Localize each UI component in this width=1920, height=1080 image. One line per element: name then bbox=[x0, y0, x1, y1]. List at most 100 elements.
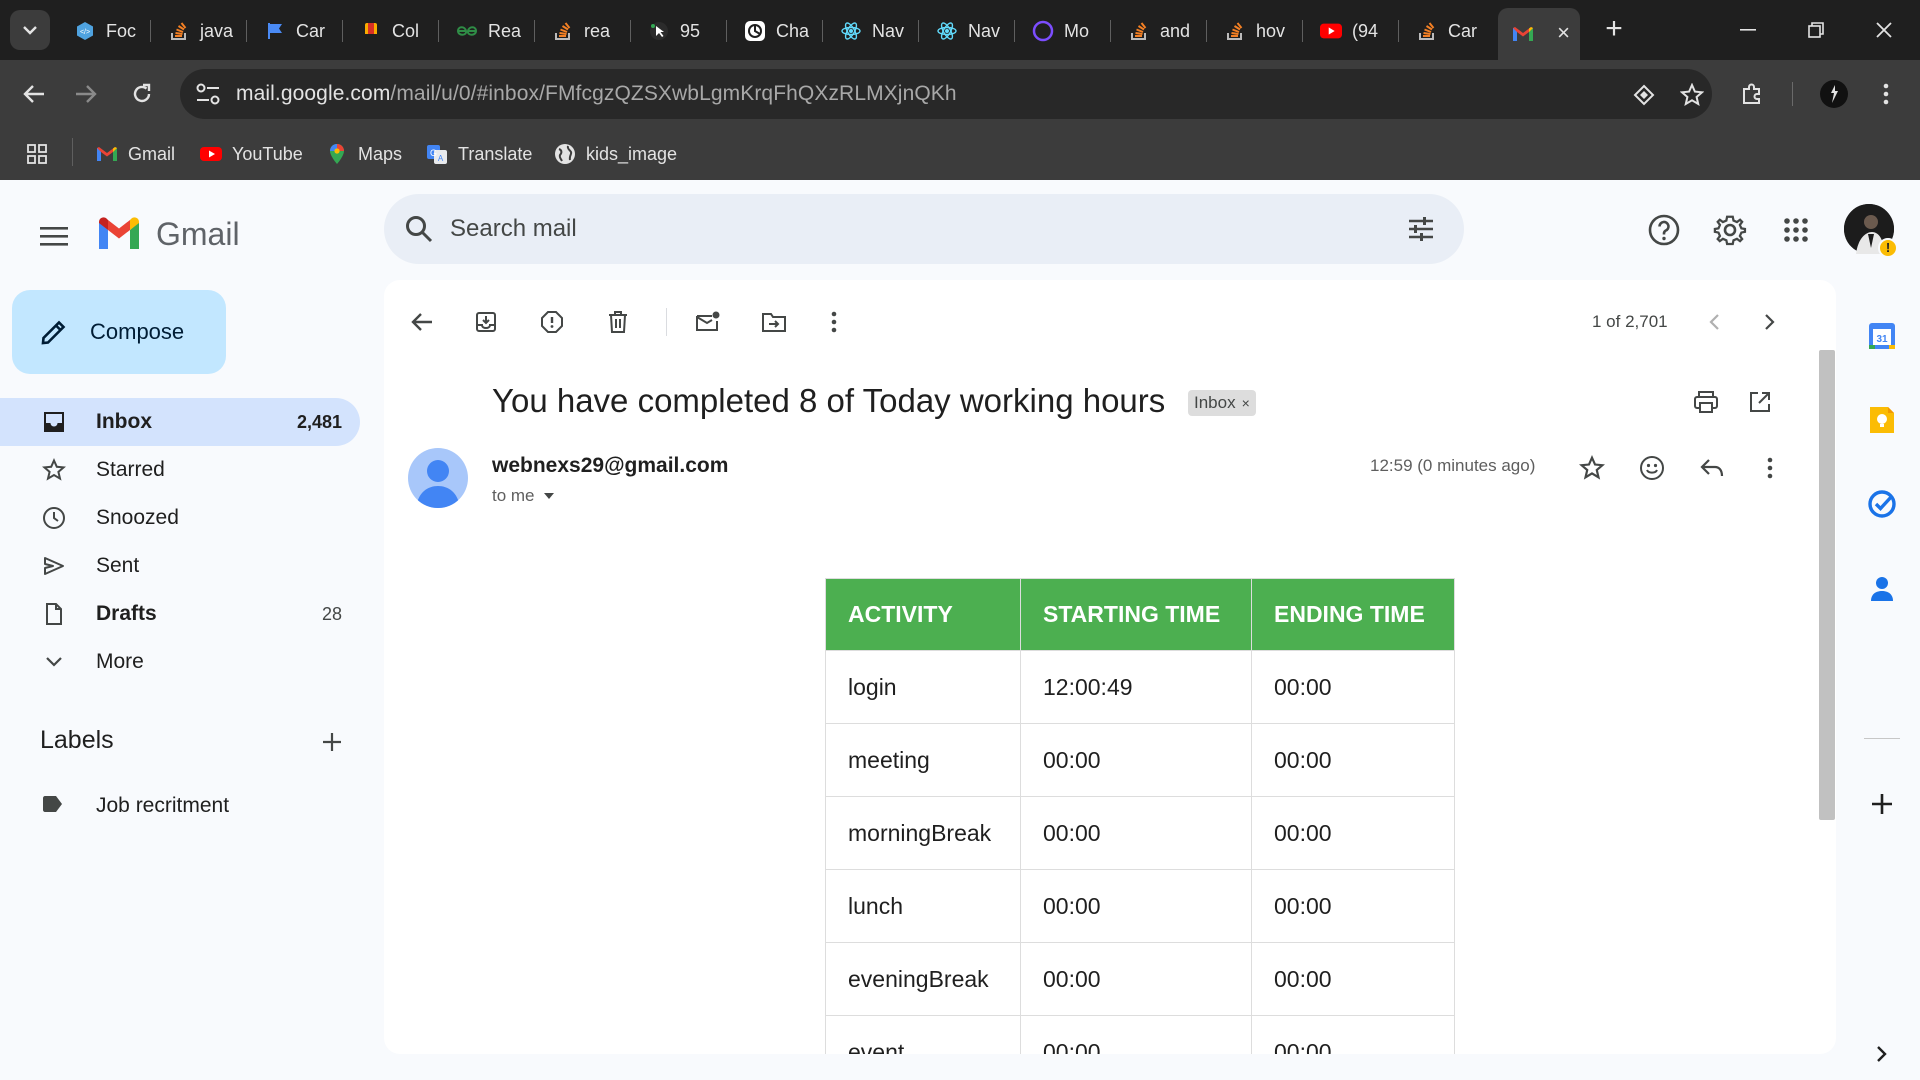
newer-button[interactable] bbox=[1694, 302, 1734, 342]
delete-button[interactable] bbox=[598, 302, 638, 342]
site-info-icon[interactable] bbox=[194, 81, 222, 107]
search-input[interactable] bbox=[450, 212, 1350, 246]
browser-menu-button[interactable] bbox=[1868, 76, 1904, 112]
table-row: eveningBreak 00:00 00:00 bbox=[825, 942, 1455, 1016]
label-icon bbox=[40, 792, 64, 816]
bookmark-gmail[interactable]: Gmail bbox=[96, 140, 175, 168]
nav-item-more[interactable]: More bbox=[0, 638, 360, 686]
browser-tab[interactable]: Car bbox=[1402, 12, 1494, 50]
create-label-button[interactable] bbox=[318, 728, 346, 756]
browser-tab[interactable]: rea bbox=[538, 12, 626, 50]
minimize-button[interactable] bbox=[1730, 14, 1766, 46]
bookmark-youtube[interactable]: YouTube bbox=[200, 140, 303, 168]
calendar-button[interactable]: 31 bbox=[1864, 318, 1900, 354]
print-icon bbox=[1694, 391, 1718, 413]
browser-tab[interactable]: Car bbox=[250, 12, 338, 50]
reply-button[interactable] bbox=[1692, 448, 1732, 488]
star-button[interactable] bbox=[1572, 448, 1612, 488]
back-to-inbox-button[interactable] bbox=[402, 302, 442, 342]
browser-tab[interactable]: and bbox=[1114, 12, 1202, 50]
restore-button[interactable] bbox=[1798, 14, 1834, 46]
new-tab-button[interactable]: + bbox=[1598, 14, 1630, 46]
browser-toolbar: mail.google.com/mail/u/0/#inbox/FMfcgzQZ… bbox=[0, 60, 1920, 128]
nav-item-snoozed[interactable]: Snoozed bbox=[0, 494, 360, 542]
browser-tab[interactable]: (94 bbox=[1306, 12, 1394, 50]
scrollbar-thumb[interactable] bbox=[1819, 350, 1835, 820]
browser-tab[interactable]: hov bbox=[1210, 12, 1298, 50]
compose-button[interactable]: Compose bbox=[12, 290, 226, 374]
forward-button[interactable] bbox=[68, 76, 104, 112]
browser-tab[interactable]: Rea bbox=[442, 12, 530, 50]
sender-email[interactable]: webnexs29@gmail.com bbox=[492, 454, 728, 478]
calendar-icon: 31 bbox=[1869, 323, 1895, 349]
sender-avatar[interactable] bbox=[408, 448, 468, 508]
lens-button[interactable] bbox=[1626, 77, 1662, 113]
tasks-button[interactable] bbox=[1864, 486, 1900, 522]
search-bar[interactable] bbox=[384, 194, 1464, 264]
settings-button[interactable] bbox=[1710, 210, 1750, 250]
browser-tab-active[interactable]: × bbox=[1498, 8, 1580, 60]
browser-tab[interactable]: </> Foc bbox=[60, 12, 148, 50]
move-to-folder-icon bbox=[762, 313, 786, 332]
label-job-recritment[interactable]: Job recritment bbox=[0, 782, 360, 830]
gmail-icon bbox=[1512, 23, 1534, 45]
contacts-button[interactable] bbox=[1864, 570, 1900, 606]
extensions-button[interactable] bbox=[1734, 76, 1770, 112]
profile-button[interactable] bbox=[1816, 76, 1852, 112]
bookmark-maps[interactable]: Maps bbox=[326, 140, 402, 168]
reload-button[interactable] bbox=[124, 76, 160, 112]
browser-tab[interactable]: Col bbox=[346, 12, 434, 50]
browser-tab[interactable]: java bbox=[154, 12, 242, 50]
apps-button[interactable] bbox=[26, 140, 48, 168]
nav-item-inbox[interactable]: Inbox 2,481 bbox=[0, 398, 360, 446]
report-spam-button[interactable] bbox=[532, 302, 572, 342]
end-time-cell: 00:00 bbox=[1251, 942, 1455, 1016]
browser-tab[interactable]: 95 bbox=[634, 12, 722, 50]
bookmark-kids-image[interactable]: kids_image bbox=[554, 140, 677, 168]
older-button[interactable] bbox=[1750, 302, 1790, 342]
print-button[interactable] bbox=[1686, 382, 1726, 422]
archive-button[interactable] bbox=[466, 302, 506, 342]
google-apps-button[interactable] bbox=[1776, 210, 1816, 250]
recipient-details[interactable]: to me bbox=[492, 486, 555, 506]
tab-title: java bbox=[200, 20, 234, 41]
tab-title: 95 bbox=[680, 20, 701, 41]
remove-label-icon[interactable]: × bbox=[1242, 395, 1250, 411]
back-button[interactable] bbox=[16, 76, 52, 112]
activity-cell: morningBreak bbox=[825, 796, 1021, 870]
show-side-panel-button[interactable] bbox=[1864, 1036, 1900, 1072]
mark-unread-button[interactable] bbox=[688, 302, 728, 342]
tab-divider bbox=[1110, 20, 1111, 42]
add-reaction-button[interactable] bbox=[1632, 448, 1672, 488]
bookmark-star-button[interactable] bbox=[1674, 77, 1710, 113]
more-options-button[interactable] bbox=[814, 302, 854, 342]
tab-search-button[interactable] bbox=[10, 10, 50, 50]
nav-item-drafts[interactable]: Drafts 28 bbox=[0, 590, 360, 638]
search-options-icon[interactable] bbox=[1406, 214, 1436, 244]
open-new-window-button[interactable] bbox=[1740, 382, 1780, 422]
support-button[interactable] bbox=[1644, 210, 1684, 250]
browser-tab[interactable]: Mo bbox=[1018, 12, 1106, 50]
message-more-button[interactable] bbox=[1750, 448, 1790, 488]
main-menu-button[interactable] bbox=[34, 216, 74, 256]
tab-divider bbox=[342, 20, 343, 42]
browser-tab[interactable]: Nav bbox=[826, 12, 914, 50]
bookmark-translate[interactable]: GA Translate bbox=[426, 140, 532, 168]
keep-button[interactable] bbox=[1864, 402, 1900, 438]
inbox-label-chip[interactable]: Inbox × bbox=[1188, 390, 1256, 416]
activity-cell: eveningBreak bbox=[825, 942, 1021, 1016]
end-time-cell: 00:00 bbox=[1251, 869, 1455, 943]
close-icon[interactable]: × bbox=[1557, 20, 1570, 46]
nav-item-starred[interactable]: Starred bbox=[0, 446, 360, 494]
window-close-button[interactable] bbox=[1866, 14, 1902, 46]
move-to-button[interactable] bbox=[754, 302, 794, 342]
arrow-left-icon bbox=[411, 313, 432, 331]
get-addons-button[interactable] bbox=[1864, 786, 1900, 822]
browser-tab[interactable]: Cha bbox=[730, 12, 818, 50]
account-avatar[interactable]: ! bbox=[1844, 204, 1898, 258]
nav-item-sent[interactable]: Sent bbox=[0, 542, 360, 590]
search-icon[interactable] bbox=[404, 214, 434, 244]
browser-tab[interactable]: Nav bbox=[922, 12, 1010, 50]
address-bar[interactable]: mail.google.com/mail/u/0/#inbox/FMfcgzQZ… bbox=[180, 69, 1712, 119]
gmail-logo[interactable]: Gmail bbox=[96, 212, 240, 256]
